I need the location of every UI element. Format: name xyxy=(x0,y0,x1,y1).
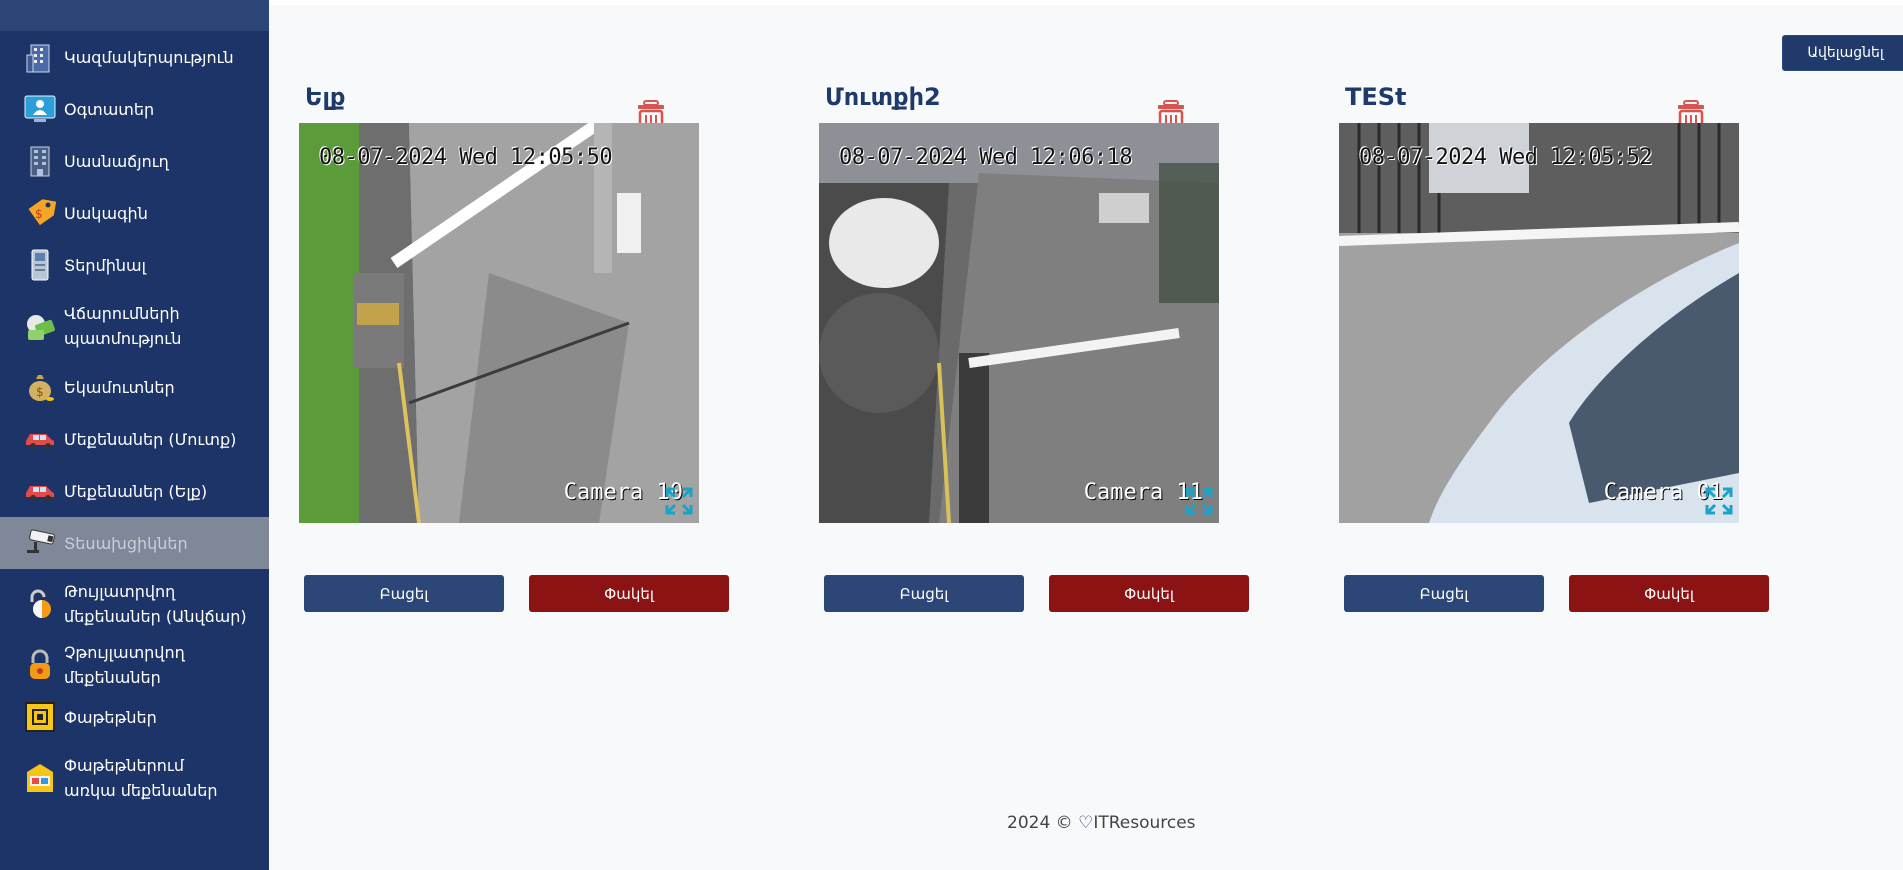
main-content: Ավելացնել Ելք 08-07-2024 Wed 12:05:50 Ca… xyxy=(269,0,1903,870)
camera-card: Ելք 08-07-2024 Wed 12:05:50 Camera 10 Բա xyxy=(269,83,729,623)
money-bag-icon: $ xyxy=(24,371,56,403)
camera-feed: 08-07-2024 Wed 12:05:50 Camera 10 xyxy=(299,123,699,523)
camera-snapshot xyxy=(1339,123,1739,523)
camera-timestamp: 08-07-2024 Wed 12:05:52 xyxy=(1359,145,1653,170)
camera-snapshot xyxy=(299,123,699,523)
sidebar-item-label: Մեքենաներ (Ելք) xyxy=(64,481,208,501)
camera-feed: 08-07-2024 Wed 12:06:18 Camera 11 xyxy=(819,123,1219,523)
sidebar-item-label: Թույլատրվող մեքենաներ (Անվճար) xyxy=(64,582,247,626)
terminal-icon xyxy=(24,249,56,281)
sidebar-item-cars-exit[interactable]: Մեքենաներ (Ելք) xyxy=(0,465,269,517)
sidebar: Կազմակերպություն Օգտատեր Սասնաճյուղ $ Սա… xyxy=(0,0,269,870)
sidebar-item-label: Չթույլատրվող մեքենաներ xyxy=(64,643,185,687)
sidebar-item-label: Մեքենաներ (Մուտք) xyxy=(64,429,237,449)
sidebar-item-label: Եկամուտներ xyxy=(64,377,175,397)
sidebar-header xyxy=(0,0,269,31)
package-icon xyxy=(24,701,56,733)
sidebar-item-label: Փաթեթներ xyxy=(64,707,157,727)
close-barrier-button[interactable]: Փակել xyxy=(529,575,729,612)
sidebar-item-organization[interactable]: Կազմակերպություն xyxy=(0,31,269,83)
sidebar-item-label: Տեսախցիկներ xyxy=(64,533,188,553)
close-barrier-button[interactable]: Փակել xyxy=(1569,575,1769,612)
camera-title: Ելք xyxy=(305,83,346,111)
camera-timestamp: 08-07-2024 Wed 12:06:18 xyxy=(839,145,1133,170)
camera-title: TESt xyxy=(1345,83,1407,111)
sidebar-item-package-cars[interactable]: Փաթեթներում առկա մեքենաներ xyxy=(0,743,269,813)
sidebar-nav: Կազմակերպություն Օգտատեր Սասնաճյուղ $ Սա… xyxy=(0,31,269,813)
footer: 2024 © ♡ITResources xyxy=(1007,813,1196,833)
sidebar-item-packages[interactable]: Փաթեթներ xyxy=(0,691,269,743)
sidebar-item-label: Կազմակերպություն xyxy=(64,47,234,67)
camera-snapshot xyxy=(819,123,1219,523)
tag-icon: $ xyxy=(24,197,56,229)
close-barrier-button[interactable]: Փակել xyxy=(1049,575,1249,612)
sidebar-item-terminal[interactable]: Տերմինալ xyxy=(0,239,269,291)
branch-building-icon xyxy=(24,145,56,177)
sidebar-item-cars-entry[interactable]: Մեքենաներ (Մուտք) xyxy=(0,413,269,465)
sidebar-item-label: Տերմինալ xyxy=(64,255,146,275)
svg-text:$: $ xyxy=(36,385,44,399)
sidebar-item-users[interactable]: Օգտատեր xyxy=(0,83,269,135)
camera-feed: 08-07-2024 Wed 12:05:52 Camera 01 xyxy=(1339,123,1739,523)
fullscreen-icon[interactable] xyxy=(665,487,693,515)
footer-year: 2024 © xyxy=(1007,813,1073,833)
add-camera-button[interactable]: Ավելացնել xyxy=(1782,35,1903,71)
sidebar-item-branch[interactable]: Սասնաճյուղ xyxy=(0,135,269,187)
fullscreen-icon[interactable] xyxy=(1185,487,1213,515)
sidebar-item-allowed-cars[interactable]: Թույլատրվող մեքենաներ (Անվճար) xyxy=(0,569,269,639)
camera-title: Մուտքի2 xyxy=(825,83,941,111)
camera-timestamp: 08-07-2024 Wed 12:05:50 xyxy=(319,145,613,170)
top-bar xyxy=(269,0,1903,5)
svg-text:$: $ xyxy=(35,207,43,221)
heart-icon: ♡ xyxy=(1078,813,1094,833)
lock-icon xyxy=(24,649,56,681)
package-cars-icon xyxy=(24,762,56,794)
open-barrier-button[interactable]: Բացել xyxy=(304,575,504,612)
sidebar-item-payment-history[interactable]: Վճարումների պատմություն xyxy=(0,291,269,361)
sidebar-item-label: Փաթեթներում առկա մեքենաներ xyxy=(64,756,218,800)
sidebar-item-label: Օգտատեր xyxy=(64,99,155,119)
car-icon xyxy=(24,423,56,455)
sidebar-item-label: Վճարումների պատմություն xyxy=(64,304,182,348)
sidebar-item-label: Սակագին xyxy=(64,203,148,223)
open-barrier-button[interactable]: Բացել xyxy=(824,575,1024,612)
sidebar-item-denied-cars[interactable]: Չթույլատրվող մեքենաներ xyxy=(0,639,269,691)
unlock-icon xyxy=(24,588,56,620)
payment-history-icon xyxy=(24,310,56,342)
building-icon xyxy=(24,41,56,73)
camera-card: TESt 08-07-2024 Wed 12:05:52 Camera 01 Բ… xyxy=(1309,83,1769,623)
footer-company: ITResources xyxy=(1093,813,1196,833)
camera-card: Մուտքի2 08-07-2024 Wed 12:06:18 Camera 1… xyxy=(789,83,1249,623)
sidebar-item-label: Սասնաճյուղ xyxy=(64,151,169,171)
car-icon xyxy=(24,475,56,507)
open-barrier-button[interactable]: Բացել xyxy=(1344,575,1544,612)
sidebar-item-cameras[interactable]: Տեսախցիկներ xyxy=(0,517,269,569)
sidebar-item-tariff[interactable]: $ Սակագին xyxy=(0,187,269,239)
user-icon xyxy=(24,93,56,125)
fullscreen-icon[interactable] xyxy=(1705,487,1733,515)
sidebar-item-income[interactable]: $ Եկամուտներ xyxy=(0,361,269,413)
camera-icon xyxy=(24,527,56,559)
